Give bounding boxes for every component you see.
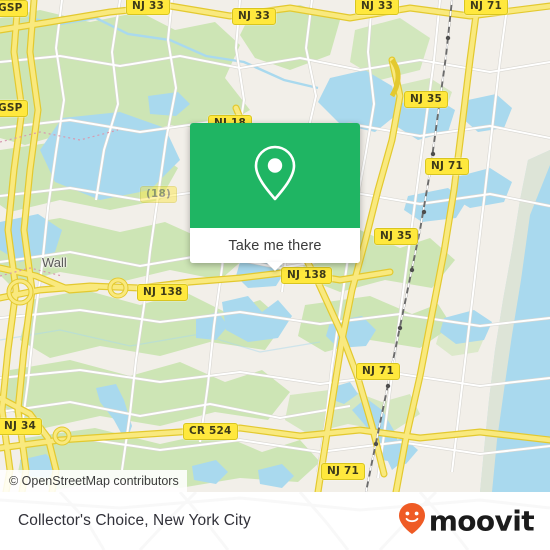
- attribution-text: © OpenStreetMap contributors: [9, 474, 179, 488]
- take-me-there-label: Take me there: [228, 237, 322, 254]
- road-shield: NJ 35: [404, 91, 448, 108]
- road-shield: (18): [140, 186, 178, 203]
- map-canvas[interactable]: GSPGSPNJ 33NJ 33NJ 33NJ 71NJ 35NJ 18NJ 7…: [0, 0, 550, 492]
- popup-pointer-tail: [266, 262, 284, 271]
- moovit-logo[interactable]: moovit: [397, 502, 535, 541]
- road-shield: NJ 33: [126, 0, 170, 15]
- page-title: Collector's Choice, New York City: [18, 512, 251, 529]
- road-shield: NJ 138: [281, 267, 333, 284]
- road-shield: NJ 71: [425, 158, 469, 175]
- road-shield: NJ 71: [356, 363, 400, 380]
- location-pin-icon: [252, 144, 298, 207]
- place-label: Wall: [42, 255, 67, 270]
- location-popup-card[interactable]: Take me there: [190, 123, 360, 271]
- popup-pin-panel: [190, 123, 360, 228]
- road-shield: NJ 33: [355, 0, 399, 15]
- road-shield: CR 524: [183, 423, 238, 440]
- moovit-smiley-pin-icon: [397, 502, 427, 541]
- road-shield: NJ 71: [321, 463, 365, 480]
- road-shield: NJ 71: [464, 0, 508, 15]
- take-me-there-button[interactable]: Take me there: [190, 228, 360, 263]
- road-shield: GSP: [0, 0, 29, 17]
- road-shield: NJ 138: [137, 284, 189, 301]
- road-shield: GSP: [0, 100, 29, 117]
- moovit-map-page: GSPGSPNJ 33NJ 33NJ 33NJ 71NJ 35NJ 18NJ 7…: [0, 0, 550, 550]
- road-shield: NJ 34: [0, 418, 42, 435]
- map-attribution[interactable]: © OpenStreetMap contributors: [0, 470, 187, 492]
- road-shield: NJ 35: [374, 228, 418, 245]
- road-shield: NJ 33: [232, 8, 276, 25]
- moovit-wordmark: moovit: [428, 504, 535, 537]
- bottom-title-bar: Collector's Choice, New York City moovit: [0, 492, 550, 550]
